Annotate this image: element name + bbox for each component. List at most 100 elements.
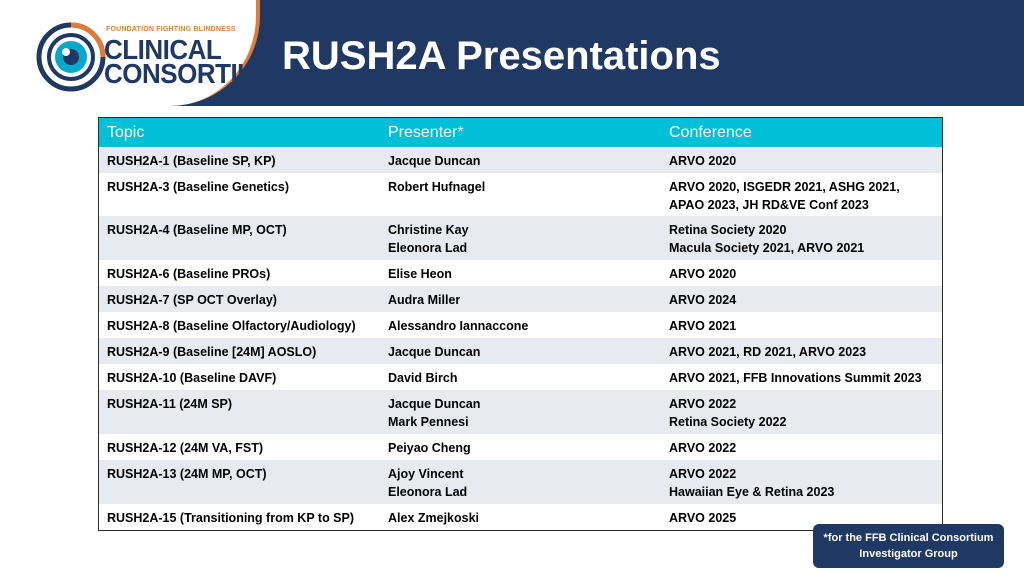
presenter-cell: Alex Zmejkoski bbox=[380, 504, 661, 530]
topic-cell: RUSH2A-9 (Baseline [24M] AOSLO) bbox=[99, 338, 380, 364]
topic-text: RUSH2A-10 (Baseline DAVF) bbox=[107, 371, 277, 385]
conference-cell: ARVO 2020, ISGEDR 2021, ASHG 2021, APAO 2… bbox=[661, 173, 942, 216]
table-row: RUSH2A-7 (SP OCT Overlay) Audra Miller ARV… bbox=[99, 286, 942, 312]
header-conference: Conference bbox=[669, 123, 752, 141]
conference-line: ARVO 2021 bbox=[669, 319, 737, 333]
topic-cell: RUSH2A-12 (24M VA, FST) bbox=[99, 434, 380, 460]
presenter-name: Alex Zmejkoski bbox=[388, 511, 480, 525]
conference-line: ARVO 2020, ISGEDR 2021, ASHG 2021, bbox=[669, 180, 900, 194]
conference-cell: ARVO 2021, RD 2021, ARVO 2023 bbox=[661, 338, 942, 364]
presenter-name: Jacque Duncan bbox=[388, 397, 481, 411]
topic-cell: RUSH2A-1 (Baseline SP, KP) bbox=[99, 147, 380, 173]
presenter-name: Eleonora Lad bbox=[388, 241, 468, 255]
topic-text: RUSH2A-13 (24M MP, OCT) bbox=[107, 467, 267, 481]
topic-text: RUSH2A-11 (24M SP) bbox=[107, 397, 233, 411]
conference-cell: ARVO 2020 bbox=[661, 147, 942, 173]
presenter-name: Eleonora Lad bbox=[388, 485, 468, 499]
footnote-box: *for the FFB Clinical Consortium Investi… bbox=[813, 524, 1004, 568]
topic-text: RUSH2A-8 (Baseline Olfactory/Audiology) bbox=[107, 319, 356, 333]
presenter-name: Alessandro Iannaccone bbox=[388, 319, 529, 333]
topic-text: RUSH2A-9 (Baseline [24M] AOSLO) bbox=[107, 345, 317, 359]
topic-cell: RUSH2A-13 (24M MP, OCT) bbox=[99, 460, 380, 504]
presenter-name: Robert Hufnagel bbox=[388, 180, 486, 194]
header-presenter: Presenter* bbox=[388, 123, 464, 141]
table-row: RUSH2A-1 (Baseline SP, KP) Jacque Duncan A… bbox=[99, 147, 942, 173]
topic-text: RUSH2A-15 (Transitioning from KP to SP) bbox=[107, 511, 355, 525]
presenter-cell: David Birch bbox=[380, 364, 661, 390]
topic-cell: RUSH2A-8 (Baseline Olfactory/Audiology) bbox=[99, 312, 380, 338]
presenter-cell: Jacque Duncan bbox=[380, 147, 661, 173]
presenter-name: David Birch bbox=[388, 371, 458, 385]
topic-text: RUSH2A-7 (SP OCT Overlay) bbox=[107, 293, 277, 307]
table-row: RUSH2A-10 (Baseline DAVF) David Birch ARVO… bbox=[99, 364, 942, 390]
conference-line: ARVO 2020 bbox=[669, 154, 737, 168]
topic-cell: RUSH2A-7 (SP OCT Overlay) bbox=[99, 286, 380, 312]
presenter-name: Christine Kay bbox=[388, 223, 469, 237]
topic-text: RUSH2A-6 (Baseline PROs) bbox=[107, 267, 271, 281]
topic-text: RUSH2A-3 (Baseline Genetics) bbox=[107, 180, 290, 194]
conference-cell: ARVO 2022 Hawaiian Eye & Retina 2023 bbox=[661, 460, 942, 504]
topic-cell: RUSH2A-6 (Baseline PROs) bbox=[99, 260, 380, 286]
conference-line: ARVO 2022 bbox=[669, 441, 737, 455]
presenter-cell: Jacque Duncan bbox=[380, 338, 661, 364]
conference-cell: ARVO 2021, FFB Innovations Summit 2023 bbox=[661, 364, 942, 390]
conference-cell: Retina Society 2020 Macula Society 2021, … bbox=[661, 216, 942, 260]
conference-line: ARVO 2021, FFB Innovations Summit 2023 bbox=[669, 371, 922, 385]
conference-line: ARVO 2022 bbox=[669, 397, 737, 411]
presentations-table: Topic Presenter* Conference RUSH2A-1 (Ba… bbox=[98, 117, 943, 531]
presenter-cell: Jacque Duncan Mark Pennesi bbox=[380, 390, 661, 434]
presenter-name: Peiyao Cheng bbox=[388, 441, 471, 455]
conference-line: ARVO 2024 bbox=[669, 293, 737, 307]
table-row: RUSH2A-11 (24M SP) Jacque Duncan Mark Penn… bbox=[99, 390, 942, 434]
presenter-cell: Ajoy Vincent Eleonora Lad bbox=[380, 460, 661, 504]
footnote-line-2: Investigator Group bbox=[859, 548, 958, 560]
table-row: RUSH2A-4 (Baseline MP, OCT) Christine Kay… bbox=[99, 216, 942, 260]
table-body: RUSH2A-1 (Baseline SP, KP) Jacque Duncan A… bbox=[99, 147, 942, 530]
topic-text: RUSH2A-4 (Baseline MP, OCT) bbox=[107, 223, 287, 237]
conference-cell: ARVO 2020 bbox=[661, 260, 942, 286]
table-row: RUSH2A-3 (Baseline Genetics) Robert Hufna… bbox=[99, 173, 942, 216]
presenter-cell: Audra Miller bbox=[380, 286, 661, 312]
conference-line: ARVO 2020 bbox=[669, 267, 737, 281]
table-row: RUSH2A-12 (24M VA, FST) Peiyao Cheng ARVO … bbox=[99, 434, 942, 460]
presenter-cell: Alessandro Iannaccone bbox=[380, 312, 661, 338]
presenter-name: Elise Heon bbox=[388, 267, 452, 281]
presenter-cell: Christine Kay Eleonora Lad bbox=[380, 216, 661, 260]
topic-cell: RUSH2A-11 (24M SP) bbox=[99, 390, 380, 434]
table-row: RUSH2A-8 (Baseline Olfactory/Audiology) A… bbox=[99, 312, 942, 338]
table-row: RUSH2A-9 (Baseline [24M] AOSLO) Jacque Du… bbox=[99, 338, 942, 364]
presenter-name: Jacque Duncan bbox=[388, 345, 481, 359]
topic-text: RUSH2A-12 (24M VA, FST) bbox=[107, 441, 264, 455]
topic-text: RUSH2A-1 (Baseline SP, KP) bbox=[107, 154, 276, 168]
page-title: RUSH2A Presentations bbox=[282, 34, 721, 78]
presenter-name: Mark Pennesi bbox=[388, 415, 469, 429]
conference-cell: ARVO 2024 bbox=[661, 286, 942, 312]
conference-line: Retina Society 2022 bbox=[669, 415, 787, 429]
conference-cell: ARVO 2022 bbox=[661, 434, 942, 460]
presenter-cell: Robert Hufnagel bbox=[380, 173, 661, 216]
conference-line: Macula Society 2021, ARVO 2021 bbox=[669, 241, 865, 255]
conference-line: APAO 2023, JH RD&VE Conf 2023 bbox=[669, 198, 869, 212]
conference-line: ARVO 2022 bbox=[669, 467, 737, 481]
conference-line: Retina Society 2020 bbox=[669, 223, 787, 237]
presenter-name: Ajoy Vincent bbox=[388, 467, 464, 481]
presenter-cell: Elise Heon bbox=[380, 260, 661, 286]
clinical-consortium-logo: FOUNDATION FIGHTING BLINDNESS CLINICAL C… bbox=[36, 18, 277, 96]
conference-line: Hawaiian Eye & Retina 2023 bbox=[669, 485, 835, 499]
table-row: RUSH2A-6 (Baseline PROs) Elise Heon ARVO 2… bbox=[99, 260, 942, 286]
presenter-name: Jacque Duncan bbox=[388, 154, 481, 168]
topic-cell: RUSH2A-15 (Transitioning from KP to SP) bbox=[99, 504, 380, 530]
presenter-name: Audra Miller bbox=[388, 293, 461, 307]
topic-cell: RUSH2A-3 (Baseline Genetics) bbox=[99, 173, 380, 216]
conference-line: ARVO 2021, RD 2021, ARVO 2023 bbox=[669, 345, 867, 359]
logo-word-consortium: CONSORTIUM bbox=[104, 56, 277, 90]
footnote-line-1: *for the FFB Clinical Consortium bbox=[823, 532, 994, 544]
presenter-cell: Peiyao Cheng bbox=[380, 434, 661, 460]
table-header-row: Topic Presenter* Conference bbox=[99, 118, 942, 147]
table-row: RUSH2A-13 (24M MP, OCT) Ajoy Vincent Eleon… bbox=[99, 460, 942, 504]
conference-cell: ARVO 2022 Retina Society 2022 bbox=[661, 390, 942, 434]
header-topic: Topic bbox=[107, 123, 145, 141]
eye-logo-icon bbox=[36, 22, 106, 92]
topic-cell: RUSH2A-4 (Baseline MP, OCT) bbox=[99, 216, 380, 260]
conference-cell: ARVO 2021 bbox=[661, 312, 942, 338]
